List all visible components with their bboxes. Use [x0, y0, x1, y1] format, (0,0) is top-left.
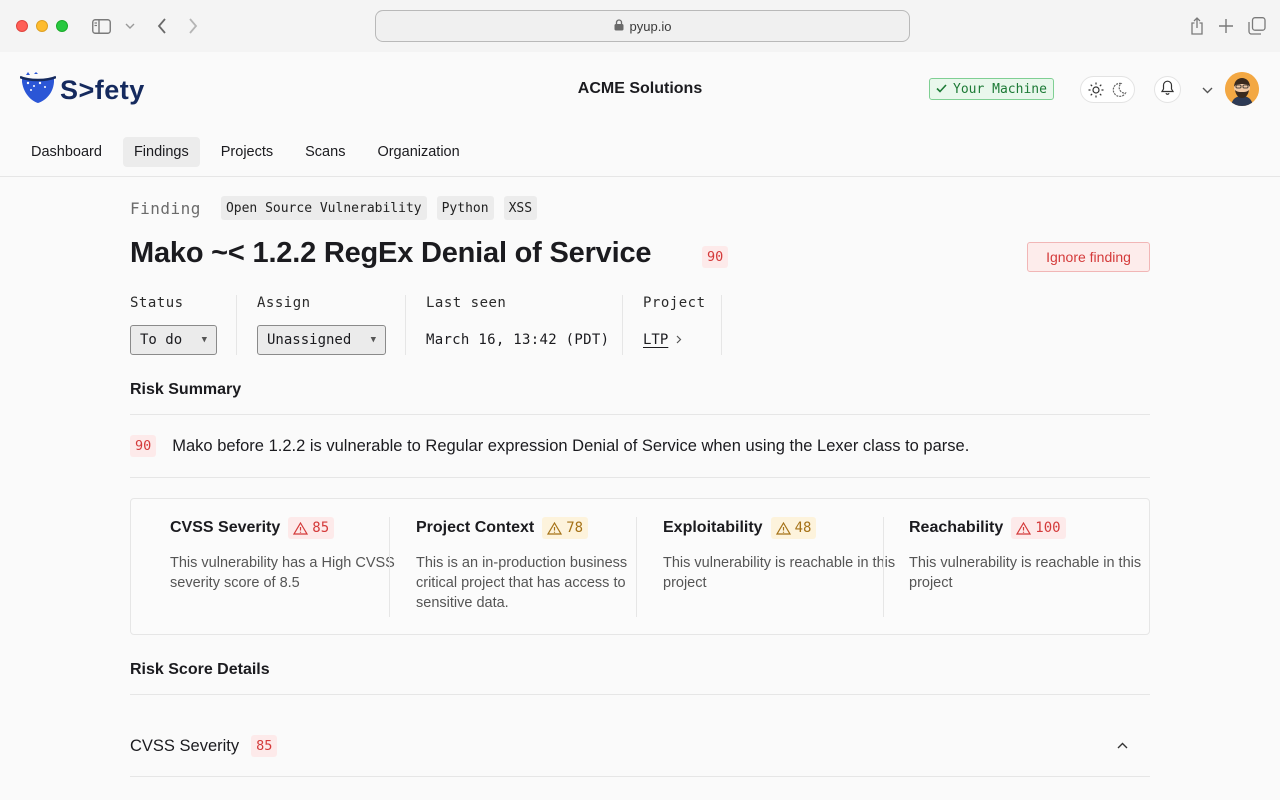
accordion-title: CVSS Severity [130, 736, 240, 755]
sidebar-toggle-icon[interactable] [91, 16, 111, 36]
warning-icon [293, 521, 309, 535]
page-title: Mako ~< 1.2.2 RegEx Denial of Service [130, 237, 652, 269]
machine-badge-label: Your Machine [953, 81, 1047, 97]
risk-summary: 90 Mako before 1.2.2 is vulnerable to Re… [130, 435, 969, 457]
zoom-window-button[interactable] [56, 20, 68, 32]
nav-findings[interactable]: Findings [122, 137, 200, 167]
card-title: Exploitability [663, 519, 763, 536]
moon-icon[interactable] [1109, 80, 1129, 100]
assign-select[interactable]: Unassigned ▼ [257, 325, 386, 355]
theme-toggle[interactable] [1080, 76, 1135, 103]
accordion-cvss-severity[interactable]: CVSS Severity 85 [130, 735, 1150, 757]
meta-divider [236, 295, 237, 355]
nav-scans[interactable]: Scans [294, 137, 356, 167]
project-link[interactable]: LTP [643, 332, 682, 348]
risk-cards: CVSS Severity 85 This vulnerability has … [130, 498, 1150, 635]
close-window-button[interactable] [16, 20, 28, 32]
risk-card-project-context: Project Context 78 This is an in-product… [416, 517, 662, 617]
card-score: 78 [566, 520, 584, 536]
new-tab-icon[interactable] [1216, 16, 1236, 36]
tag-language: Python [436, 196, 494, 220]
nav-projects[interactable]: Projects [210, 137, 284, 167]
risk-card-reachability: Reachability 100 This vulnerability is r… [909, 517, 1155, 617]
avatar[interactable] [1225, 72, 1259, 106]
nav-organization[interactable]: Organization [366, 137, 470, 167]
summary-text: Mako before 1.2.2 is vulnerable to Regul… [172, 436, 970, 455]
warning-icon [1016, 521, 1032, 535]
nav-dashboard[interactable]: Dashboard [20, 137, 113, 167]
finding-score-badge: 90 [702, 246, 729, 268]
score-badge: 48 [770, 517, 817, 539]
assign-label: Assign [257, 295, 311, 311]
finding-label: Finding [130, 198, 201, 218]
sun-icon[interactable] [1086, 80, 1106, 100]
last-seen-label: Last seen [426, 295, 507, 311]
finding-tagline: Finding Open Source Vulnerability Python… [130, 196, 538, 220]
meta-divider [622, 295, 623, 355]
project-value: LTP [643, 332, 669, 348]
notifications-button[interactable] [1154, 76, 1181, 103]
meta-divider [405, 295, 406, 355]
card-divider [883, 517, 884, 617]
summary-score-badge: 90 [130, 435, 157, 457]
bell-icon [1160, 80, 1175, 100]
caret-down-icon: ▼ [370, 335, 376, 345]
divider [130, 694, 1150, 695]
caret-down-icon: ▼ [201, 335, 207, 345]
risk-summary-heading: Risk Summary [130, 381, 242, 398]
project-label: Project [643, 295, 706, 311]
status-select[interactable]: To do ▼ [130, 325, 217, 355]
meta-divider [721, 295, 722, 355]
check-icon [936, 82, 947, 97]
warning-icon [547, 521, 563, 535]
lock-icon [614, 18, 624, 34]
divider [130, 477, 1150, 478]
nav-divider [0, 176, 1280, 177]
assign-value: Unassigned [267, 332, 352, 348]
card-description: This vulnerability is reachable in this … [909, 555, 1142, 591]
score-badge: 100 [1011, 517, 1066, 539]
back-icon[interactable] [152, 16, 172, 36]
tag-vulnerability-type: Open Source Vulnerability [220, 196, 427, 220]
card-score: 100 [1035, 520, 1061, 536]
tab-overview-icon[interactable] [1247, 16, 1267, 36]
machine-status-badge[interactable]: Your Machine [929, 78, 1054, 100]
chevron-right-icon [676, 332, 682, 348]
address-bar[interactable]: pyup.io [375, 10, 910, 42]
browser-chrome: pyup.io [0, 0, 1280, 52]
ignore-finding-button[interactable]: Ignore finding [1027, 242, 1150, 272]
card-divider [636, 517, 637, 617]
divider [130, 414, 1150, 415]
card-description: This vulnerability has a High CVSS sever… [170, 555, 395, 591]
card-title: CVSS Severity [170, 519, 281, 536]
score-badge: 85 [288, 517, 335, 539]
chevron-up-icon[interactable] [1114, 737, 1130, 753]
forward-icon[interactable] [183, 16, 203, 36]
card-title: Reachability [909, 519, 1004, 536]
card-description: This vulnerability is reachable in this … [663, 555, 896, 591]
user-menu-chevron-icon[interactable] [1199, 82, 1215, 98]
main-nav: Dashboard Findings Projects Scans Organi… [20, 137, 481, 167]
share-icon[interactable] [1187, 16, 1207, 36]
card-description: This is an in-production business critic… [416, 555, 628, 611]
status-label: Status [130, 295, 184, 311]
score-badge: 78 [542, 517, 589, 539]
card-title: Project Context [416, 519, 535, 536]
tag-category: XSS [503, 196, 538, 220]
card-score: 85 [312, 520, 330, 536]
chevron-down-icon[interactable] [120, 16, 140, 36]
last-seen-value: March 16, 13:42 (PDT) [426, 332, 610, 348]
url-text: pyup.io [629, 18, 672, 34]
warning-icon [775, 521, 791, 535]
status-value: To do [140, 332, 183, 348]
card-divider [389, 517, 390, 617]
risk-score-details-heading: Risk Score Details [130, 661, 270, 678]
risk-card-exploitability: Exploitability 48 This vulnerability is … [663, 517, 909, 617]
risk-card-cvss: CVSS Severity 85 This vulnerability has … [170, 517, 416, 617]
minimize-window-button[interactable] [36, 20, 48, 32]
accordion-score-badge: 85 [251, 735, 278, 757]
divider [130, 776, 1150, 777]
card-score: 48 [794, 520, 812, 536]
